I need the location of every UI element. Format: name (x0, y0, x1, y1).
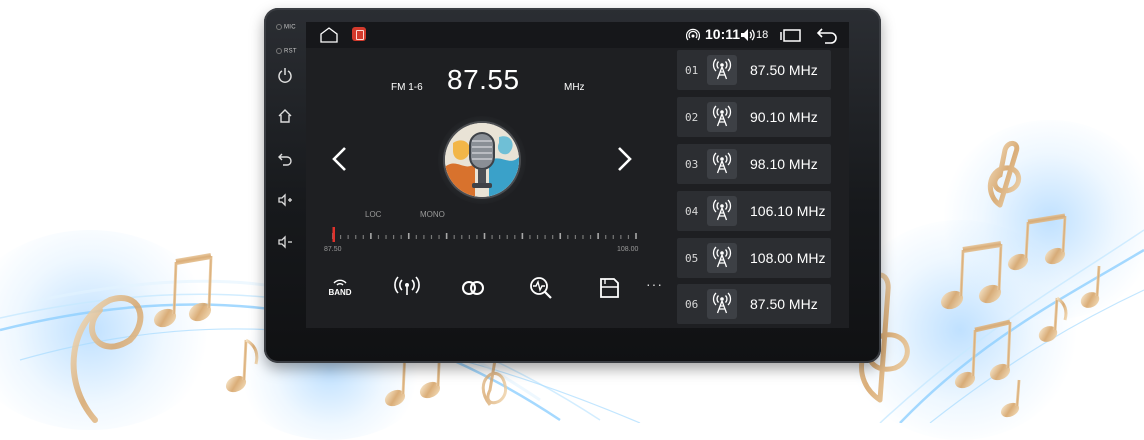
back-icon[interactable] (816, 26, 838, 44)
preset-number: 06 (685, 298, 699, 311)
stereo-button[interactable] (458, 275, 488, 301)
bezel-side-panel: MIC RST (264, 8, 306, 363)
preset-number: 04 (685, 205, 699, 218)
preset-number: 05 (685, 252, 699, 265)
preset-item[interactable]: 04 106.10 MHz (677, 191, 831, 231)
current-frequency: 87.55 (447, 64, 520, 95)
tuning-scale[interactable] (324, 226, 644, 256)
radio-screen: 10:11 18 FM 1-6 87.55 MHz LOC MONO 87.50… (306, 22, 849, 328)
radio-app-icon[interactable] (352, 27, 366, 41)
preset-number: 02 (685, 111, 699, 124)
seek-next-button[interactable] (614, 146, 634, 172)
preset-number: 01 (685, 64, 699, 77)
status-bar: 10:11 18 (306, 22, 849, 48)
radio-tower-icon (707, 149, 737, 179)
save-button[interactable] (594, 275, 624, 301)
scale-max-label: 108.00 (617, 246, 639, 253)
home-icon[interactable] (276, 107, 294, 125)
mono-indicator[interactable]: MONO (420, 210, 445, 219)
volume-level: 18 (756, 29, 769, 41)
preset-frequency: 90.10 MHz (750, 109, 818, 125)
preset-item[interactable]: 03 98.10 MHz (677, 144, 831, 184)
preset-frequency: 87.50 MHz (750, 62, 818, 78)
band-label: FM 1-6 (391, 82, 423, 93)
back-icon[interactable] (276, 149, 294, 167)
radio-tower-icon (707, 55, 737, 85)
volume-up-icon[interactable] (276, 191, 294, 209)
rst-label[interactable]: RST (276, 48, 297, 55)
preset-number: 03 (685, 158, 699, 171)
recent-apps-icon[interactable] (779, 28, 801, 42)
clock: 10:11 (705, 26, 741, 42)
mic-label: MIC (276, 24, 296, 31)
radio-tower-icon (707, 289, 737, 319)
radio-tower-icon (707, 102, 737, 132)
band-button[interactable]: BAND (325, 275, 355, 301)
hotspot-icon (685, 28, 701, 42)
band-button-label: BAND (328, 288, 351, 297)
scale-min-label: 87.50 (324, 246, 342, 253)
preset-frequency: 108.00 MHz (750, 250, 826, 266)
radio-tower-icon (707, 196, 737, 226)
power-icon[interactable] (276, 66, 294, 84)
preset-item[interactable]: 05 108.00 MHz (677, 238, 831, 278)
more-options-button[interactable]: ··· (646, 276, 663, 292)
frequency-unit: MHz (564, 82, 585, 93)
loc-indicator[interactable]: LOC (365, 210, 381, 219)
preset-frequency: 87.50 MHz (750, 296, 818, 312)
antenna-button[interactable] (392, 275, 422, 301)
preset-item[interactable]: 06 87.50 MHz (677, 284, 831, 324)
preset-item[interactable]: 01 87.50 MHz (677, 50, 831, 90)
preset-item[interactable]: 02 90.10 MHz (677, 97, 831, 137)
microphone-artwork (445, 123, 519, 197)
volume-icon[interactable] (740, 27, 756, 43)
seek-previous-button[interactable] (330, 146, 350, 172)
preset-frequency: 106.10 MHz (750, 203, 826, 219)
volume-down-icon[interactable] (276, 233, 294, 251)
preset-frequency: 98.10 MHz (750, 156, 818, 172)
scan-search-button[interactable] (526, 275, 556, 301)
home-icon[interactable] (320, 27, 338, 43)
radio-tower-icon (707, 243, 737, 273)
